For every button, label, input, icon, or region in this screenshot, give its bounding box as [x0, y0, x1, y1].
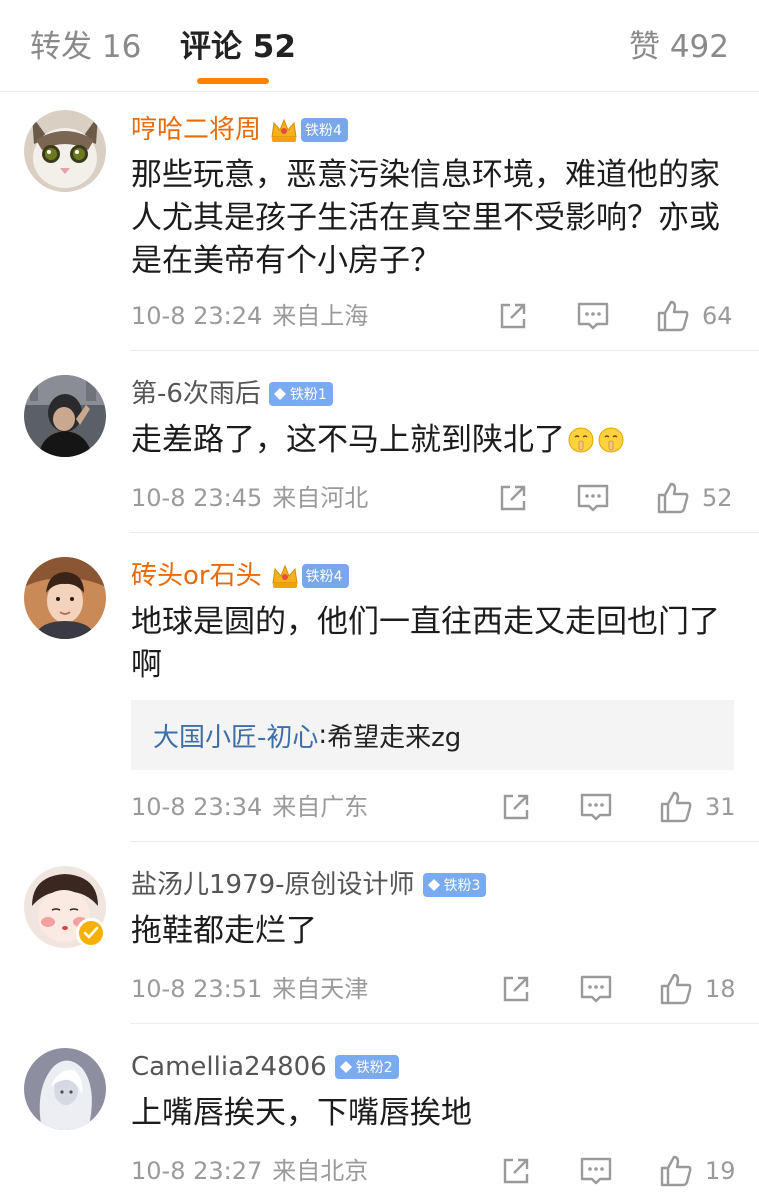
tab-like[interactable]: 赞 492 — [629, 26, 729, 68]
comment-text: 上嘴唇挨天，下嘴唇挨地 — [131, 1095, 472, 1131]
thumbs-up-icon[interactable] — [655, 480, 691, 516]
comment-time: 10-8 23:51 — [131, 975, 263, 1003]
crown-icon — [272, 564, 298, 588]
comment-header: 哼哈二将周 铁粉4 — [131, 112, 348, 148]
comment-time: 10-8 23:27 — [131, 1157, 263, 1185]
active-tab-indicator — [197, 78, 269, 84]
comment-meta: 10-8 23:51 来自天津 — [131, 972, 368, 1006]
comment-icon[interactable] — [578, 789, 614, 825]
tab-repost[interactable]: 转发 16 — [30, 26, 141, 68]
comment-icon[interactable] — [575, 480, 611, 516]
share-icon[interactable] — [498, 971, 534, 1007]
comment-text: 拖鞋都走烂了 — [131, 913, 317, 949]
divider — [130, 532, 759, 533]
username[interactable]: 第-6次雨后 — [131, 376, 261, 412]
diamond-icon — [339, 1061, 352, 1073]
comment-text: 走差路了，这不马上就到陕北了 — [131, 419, 741, 462]
username[interactable]: 哼哈二将周 — [131, 112, 261, 148]
username[interactable]: 砖头or石头 — [131, 558, 262, 594]
like-count: 18 — [705, 975, 736, 1003]
like-count: 31 — [705, 793, 736, 821]
comment-header: 砖头or石头 铁粉4 — [131, 558, 349, 594]
comment-location: 来自北京 — [272, 1157, 369, 1185]
username[interactable]: 盐汤儿1979-原创设计师 — [131, 867, 415, 903]
reply-preview[interactable]: 大国小匠-初心: 希望走来zg — [131, 700, 734, 770]
thumbs-up-icon[interactable] — [658, 1153, 694, 1189]
comment-meta: 10-8 23:34 来自广东 — [131, 790, 368, 824]
comment-header: 盐汤儿1979-原创设计师 铁粉3 — [131, 867, 487, 903]
comment-time: 10-8 23:34 — [131, 793, 263, 821]
share-icon[interactable] — [495, 298, 531, 334]
reply-text: 希望走来zg — [327, 722, 462, 753]
comment-icon[interactable] — [578, 971, 614, 1007]
comment-time: 10-8 23:24 — [131, 302, 263, 330]
comment-icon[interactable] — [575, 298, 611, 334]
like-count: 19 — [705, 1157, 736, 1185]
divider — [130, 841, 759, 842]
username[interactable]: Camellia24806 — [131, 1049, 327, 1085]
divider — [130, 350, 759, 351]
reply-separator: : — [318, 720, 328, 750]
comment-location: 来自天津 — [272, 975, 369, 1003]
diamond-icon — [427, 879, 440, 891]
white-hair-avatar-icon[interactable] — [24, 1048, 106, 1130]
comment-meta: 10-8 23:45 来自河北 — [131, 481, 368, 515]
share-icon[interactable] — [498, 789, 534, 825]
young-man-avatar-icon[interactable] — [24, 557, 106, 639]
person-avatar-icon[interactable] — [24, 375, 106, 457]
comment-location: 来自上海 — [272, 302, 369, 330]
fan-level-badge: 铁粉3 — [422, 873, 487, 897]
diamond-icon — [273, 388, 286, 400]
cat-avatar-icon[interactable] — [24, 110, 106, 192]
comment-meta: 10-8 23:27 来自北京 — [131, 1154, 368, 1188]
shush-emoji-icon — [568, 427, 594, 453]
thumbs-up-icon[interactable] — [658, 789, 694, 825]
comment-text: 地球是圆的，他们一直往西走又走回也门了啊 — [131, 604, 720, 683]
verified-icon — [76, 918, 106, 948]
comment-location: 来自河北 — [272, 484, 369, 512]
comment-header: 第-6次雨后 铁粉1 — [131, 376, 333, 412]
comment-header: Camellia24806 铁粉2 — [131, 1049, 399, 1085]
thumbs-up-icon[interactable] — [655, 298, 691, 334]
share-icon[interactable] — [495, 480, 531, 516]
fan-level-badge: 铁粉1 — [268, 382, 333, 406]
comment-location: 来自广东 — [272, 793, 369, 821]
crown-icon — [271, 118, 297, 142]
divider — [130, 1023, 759, 1024]
reply-username[interactable]: 大国小匠-初心 — [153, 717, 318, 754]
fan-level-badge: 铁粉4 — [301, 564, 349, 588]
comment-text: 那些玩意，恶意污染信息环境，难道他的家人尤其是孩子生活在真空里不受影响？亦或是在… — [131, 157, 720, 279]
comment-time: 10-8 23:45 — [131, 484, 263, 512]
thumbs-up-icon[interactable] — [658, 971, 694, 1007]
fan-level-badge: 铁粉2 — [334, 1055, 399, 1079]
tab-comment[interactable]: 评论 52 — [180, 26, 296, 68]
comment-meta: 10-8 23:24 来自上海 — [131, 299, 368, 333]
like-count: 52 — [702, 484, 733, 512]
fan-level-badge: 铁粉4 — [301, 118, 348, 142]
comment-icon[interactable] — [578, 1153, 614, 1189]
share-icon[interactable] — [498, 1153, 534, 1189]
comment-tab-bar: 转发 16 评论 52 赞 492 — [0, 0, 759, 92]
like-count: 64 — [702, 302, 733, 330]
shush-emoji-icon — [598, 427, 624, 453]
